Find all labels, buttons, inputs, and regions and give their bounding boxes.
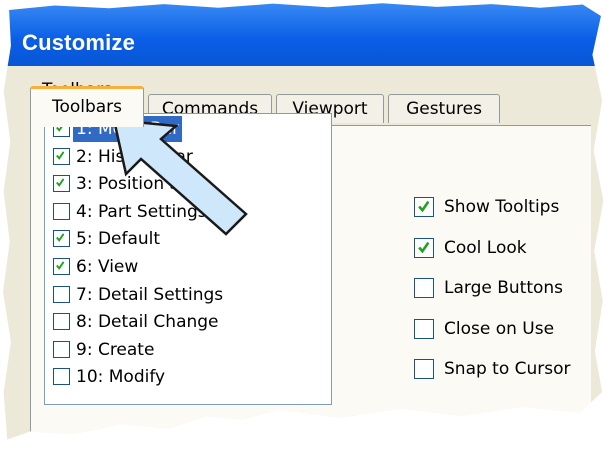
cool-look-checkbox[interactable] xyxy=(414,237,434,258)
check-mark-icon xyxy=(418,200,429,213)
toolbar-list-item[interactable]: 4: Part Settings xyxy=(49,199,327,225)
toolbar-list-item[interactable]: 8: Detail Change xyxy=(49,309,327,335)
tab-toolbars[interactable]: Toolbars xyxy=(30,86,144,127)
window-title: Customize xyxy=(22,30,136,55)
toolbar-checkbox[interactable] xyxy=(53,230,70,248)
toolbar-checkbox[interactable] xyxy=(53,202,70,220)
check-mark-icon xyxy=(56,150,64,160)
toolbar-list[interactable]: 1: Menu Bar 2: History Bar 3: Position Sna… xyxy=(44,113,332,405)
toolbar-list-item-label: 9: Create xyxy=(76,339,155,360)
toolbar-list-item[interactable]: 6: View xyxy=(49,254,327,280)
tab-gestures[interactable]: Gestures xyxy=(388,94,500,123)
toolbar-list-item-label: 8: Detail Change xyxy=(76,312,219,333)
toolbar-list-item-label: 6: View xyxy=(76,257,139,277)
close-on-use-checkbox[interactable] xyxy=(414,318,434,339)
toolbar-list-item-label: 5: Default xyxy=(76,229,161,250)
toolbar-list-item[interactable]: 3: Position Snap xyxy=(49,171,327,197)
check-mark-icon xyxy=(418,241,429,253)
toolbar-checkbox[interactable] xyxy=(53,147,70,165)
toolbar-list-item-label: 3: Position Snap xyxy=(76,174,213,195)
check-mark-icon xyxy=(56,261,64,270)
toolbar-list-item-label: 4: Part Settings xyxy=(76,201,207,222)
toolbar-list-item[interactable]: 2: History Bar xyxy=(49,144,327,170)
toolbar-checkbox[interactable] xyxy=(53,368,70,386)
toolbar-checkbox[interactable] xyxy=(53,285,70,303)
toolbar-list-item[interactable]: 9: Create xyxy=(49,337,327,363)
toolbar-checkbox[interactable] xyxy=(53,175,70,193)
show-tooltips-label: Show Tooltips xyxy=(444,197,560,217)
toolbar-list-item[interactable]: 5: Default xyxy=(49,226,327,252)
toolbar-list-item-label: 2: History Bar xyxy=(76,146,193,167)
toolbar-checkbox[interactable] xyxy=(53,313,70,331)
close-on-use-label: Close on Use xyxy=(444,318,555,339)
title-bar: Customize xyxy=(3,3,604,66)
check-mark-icon xyxy=(56,233,64,243)
toolbar-checkbox[interactable] xyxy=(53,258,70,275)
show-tooltips-checkbox[interactable] xyxy=(414,197,434,217)
toolbar-list-item[interactable]: 10: Modify xyxy=(49,364,327,390)
snap-to-cursor-checkbox[interactable] xyxy=(414,359,434,379)
toolbar-list-item-label: 7: Detail Settings xyxy=(76,284,224,305)
snap-to-cursor-label: Snap to Cursor xyxy=(444,359,571,379)
toolbar-list-item[interactable]: 7: Detail Settings xyxy=(49,282,327,308)
customize-dialog-screenshot: Customize Toolbars Commands Viewport Ges… xyxy=(3,3,604,440)
large-buttons-checkbox[interactable] xyxy=(414,278,434,298)
toolbar-checkbox[interactable] xyxy=(53,340,70,358)
large-buttons-label: Large Buttons xyxy=(444,278,564,298)
cool-look-label: Cool Look xyxy=(444,237,527,258)
toolbar-list-item-label: 10: Modify xyxy=(76,367,166,388)
check-mark-icon xyxy=(56,178,64,188)
